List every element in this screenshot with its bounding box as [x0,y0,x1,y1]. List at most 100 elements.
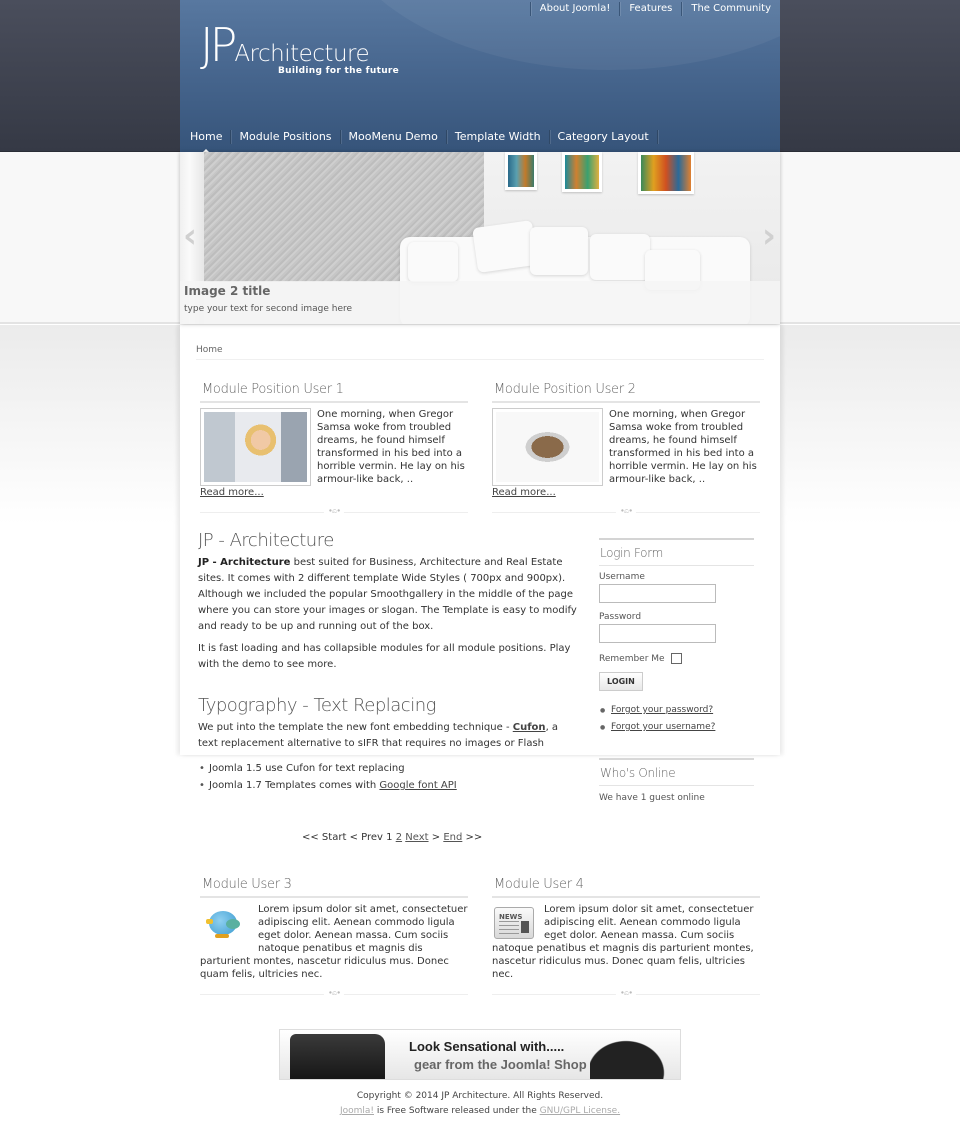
bird-icon [206,905,246,943]
joomla-shop-banner[interactable]: Look Sensational with..... gear from the… [279,1029,681,1080]
login-form-module: Login Form Username Password Remember Me… [599,538,754,736]
top-menu-community[interactable]: The Community [681,2,780,16]
module-divider: ∙ಎ∙ [200,985,468,998]
pagination-next[interactable]: Next [405,832,428,843]
pagination-end-arrow: >> [465,832,483,843]
username-label: Username [599,572,645,582]
divider-ornament: ∙ಎ∙ [615,506,637,516]
whos-online-text: We have 1 guest online [599,793,705,803]
article-intro-bold: JP - Architecture [198,557,291,568]
typography-title: Typography - Text Replacing [198,695,436,716]
remember-me-checkbox[interactable] [670,653,682,664]
module-text: One morning, when Gregor Samsa woke from… [609,409,757,485]
slide-cushion [472,220,538,273]
top-menu-about-joomla[interactable]: About Joomla! [529,2,620,16]
pagination-inner: << Start < Prev 1 2 Next > End >> [302,832,482,843]
module-user-1: Module Position User 1 One morning, when… [200,382,468,516]
top-menu-features[interactable]: Features [619,2,681,16]
slide-title: Image 2 title [184,284,271,298]
read-more-link[interactable]: Read more... [200,487,264,498]
forgot-username-link[interactable]: Forgot your username? [611,722,715,732]
module-title: Module Position User 2 [492,382,760,403]
logo-tagline: Building for the future [278,66,400,76]
article-title: JP - Architecture [198,530,334,551]
list-item-text: Joomla 1.7 Templates comes with [209,780,380,791]
module-thumbnail [200,408,311,486]
bird-feet [215,934,229,938]
feature-list: Joomla 1.5 use Cufon for text replacing … [198,760,578,794]
slide-prev-arrow-icon[interactable]: ‹ [183,216,197,256]
module-user-2: Module Position User 2 One morning, when… [492,382,760,516]
module-divider: ∙ಎ∙ [492,985,760,998]
site-logo[interactable]: JPArchitecture Building for the future [200,18,399,76]
main-menu-template-width[interactable]: Template Width [447,130,550,144]
license-text: Joomla! is Free Software released under … [180,1106,780,1116]
login-form-title: Login Form [599,538,754,566]
module-divider: ∙ಎ∙ [492,503,760,516]
divider-ornament: ∙ಎ∙ [323,988,345,998]
module-divider: ∙ಎ∙ [200,503,468,516]
support-agent-image [204,412,307,482]
slide-next-arrow-icon[interactable]: › [762,216,776,256]
breadcrumb-home[interactable]: Home [196,345,223,355]
module-body: One morning, when Gregor Samsa woke from… [492,403,760,499]
slide-cushion [530,227,588,275]
news-line [499,921,519,922]
typography-text: We put into the template the new font em… [198,722,513,733]
main-article: JP - Architecture JP - Architecture best… [198,530,578,794]
module-body: One morning, when Gregor Samsa woke from… [200,403,468,499]
pagination-next-arrow: > [431,832,441,843]
login-button[interactable]: LOGIN [599,672,643,691]
login-links: Forgot your password? Forgot your userna… [599,702,754,736]
copyright-text: Copyright © 2014 JP Architecture. All Ri… [356,1091,604,1101]
cap-image [590,1036,670,1079]
cufon-link[interactable]: Cufon [513,722,546,733]
news-line [499,925,519,926]
read-more-link[interactable]: Read more... [492,487,556,498]
license-middle-text: is Free Software released under the [374,1106,540,1116]
top-menu: About Joomla! Features The Community [529,2,780,16]
bird-wing [226,919,240,929]
main-menu-module-positions[interactable]: Module Positions [231,130,341,144]
image-slideshow[interactable]: ‹ › Image 2 title type your text for sec… [180,152,780,324]
slide-painting [505,152,537,190]
password-label: Password [599,612,642,622]
pagination-current: 1 [386,832,393,843]
module-body: Lorem ipsum dolor sit amet, consectetuer… [200,898,468,981]
slide-caption: Image 2 title type your text for second … [180,281,780,324]
username-input[interactable] [599,584,716,603]
pagination-start: << Start [302,832,347,843]
main-menu: Home Module Positions MooMenu Demo Templ… [182,130,658,152]
slide-painting [562,152,602,192]
module-title: Module User 4 [492,877,760,898]
module-title: Module Position User 1 [200,382,468,403]
list-item-text: Joomla 1.5 use Cufon for text replacing [209,763,405,774]
article-paragraph-3: It is fast loading and has collapsible m… [198,643,571,670]
page-wrapper: About Joomla! Features The Community JPA… [180,0,780,1137]
bird-beak [206,919,213,924]
news-picture [521,921,529,933]
article-paragraph-2: Although we included the popular Smoothg… [198,589,577,632]
forgot-password-link[interactable]: Forgot your password? [611,705,713,715]
google-font-api-link[interactable]: Google font API [379,780,456,791]
pagination-page-2[interactable]: 2 [396,832,402,843]
slide-text: type your text for second image here [184,304,353,314]
gpl-license-link[interactable]: GNU/GPL License. [540,1106,620,1116]
password-input[interactable] [599,624,716,643]
logo-jp: JP [200,18,237,72]
module-user-3: Module User 3 Lorem ipsum dolor sit amet… [200,877,468,998]
joomla-link[interactable]: Joomla! [340,1106,374,1116]
main-menu-home[interactable]: Home [182,130,232,152]
house-blueprint-image [496,412,599,482]
remember-me-row: Remember Me [599,653,754,664]
main-menu-moomenu-demo[interactable]: MooMenu Demo [341,130,447,144]
main-menu-category-layout[interactable]: Category Layout [550,130,658,144]
whos-online-title: Who's Online [599,758,754,786]
breadcrumb: Home [196,345,764,360]
pagination-prev: < Prev [349,832,383,843]
slide-cushion [408,242,458,282]
module-thumbnail [492,408,603,486]
news-line [499,929,519,930]
divider-ornament: ∙ಎ∙ [615,988,637,998]
pagination-end[interactable]: End [443,832,462,843]
